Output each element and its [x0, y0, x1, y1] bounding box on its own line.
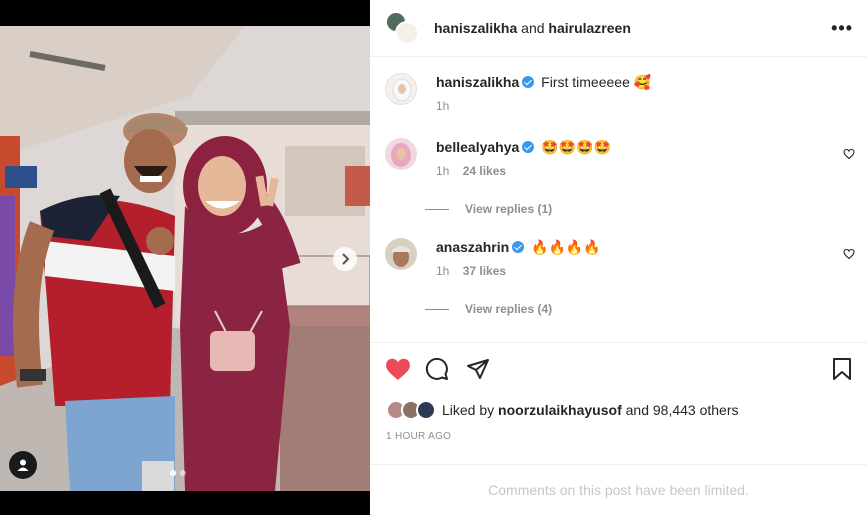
avatar: [416, 400, 436, 420]
verified-icon: [522, 76, 535, 88]
liked-by-username[interactable]: noorzulaikhayusof: [498, 402, 622, 418]
comment-time[interactable]: 1h: [436, 264, 449, 278]
comment-likes[interactable]: 24 likes: [463, 164, 506, 178]
carousel-dot: [180, 470, 186, 476]
photo-illustration: [0, 26, 370, 491]
likes-summary: Liked by noorzulaikhayusof and 98,443 ot…: [386, 400, 739, 420]
liked-by-prefix: Liked by: [442, 402, 495, 418]
post-header: haniszalikha and hairulazreen •••: [370, 0, 867, 57]
view-replies-button[interactable]: View replies (4): [425, 302, 552, 316]
post-authors: haniszalikha and hairulazreen: [434, 20, 831, 36]
avatar-photo: [392, 246, 410, 267]
comments-limited-notice: Comments on this post have been limited.: [370, 464, 867, 515]
action-buttons: [385, 357, 855, 383]
caption-username[interactable]: haniszalikha: [436, 74, 519, 90]
post-sidebar: haniszalikha and hairulazreen ••• hanisz…: [370, 0, 867, 515]
carousel-next-button[interactable]: [333, 247, 357, 271]
comment-body: bellealyahya 🤩🤩🤩🤩 1h 24 likes: [436, 138, 836, 178]
caption-time[interactable]: 1h: [436, 99, 449, 113]
comment-text: 🤩🤩🤩🤩: [541, 139, 611, 155]
comment-item: bellealyahya 🤩🤩🤩🤩 1h 24 likes: [385, 138, 855, 183]
comment-meta: 1h 24 likes: [436, 164, 836, 178]
comment-like-heart-icon[interactable]: [843, 148, 855, 160]
caption-meta: 1h: [436, 99, 836, 113]
view-replies-button[interactable]: View replies (1): [425, 202, 552, 216]
avatar-photo: [391, 143, 411, 167]
caption: haniszalikha First timeeeee 🥰 1h: [385, 73, 855, 118]
paper-plane-icon[interactable]: [466, 357, 490, 381]
author-username[interactable]: haniszalikha: [434, 20, 517, 36]
more-options-button[interactable]: •••: [831, 18, 853, 39]
comment-username[interactable]: bellealyahya: [436, 139, 519, 155]
user-tag-icon: [17, 459, 29, 471]
comment-icon[interactable]: [425, 357, 449, 381]
bookmark-icon[interactable]: [831, 357, 853, 381]
user-tag-button[interactable]: [9, 451, 37, 479]
comment-meta: 1h 37 likes: [436, 264, 836, 278]
collab-avatars[interactable]: [385, 11, 419, 45]
heart-filled-icon[interactable]: [385, 357, 411, 381]
instagram-post: haniszalikha and hairulazreen ••• hanisz…: [0, 0, 867, 515]
comments-section: haniszalikha First timeeeee 🥰 1h belleal…: [370, 58, 867, 342]
author-username[interactable]: hairulazreen: [548, 20, 630, 36]
comment-username[interactable]: anaszahrin: [436, 239, 509, 255]
carousel-dot: [170, 470, 176, 476]
avatar[interactable]: [385, 73, 417, 105]
caption-body: haniszalikha First timeeeee 🥰 1h: [436, 73, 836, 113]
comment-text: 🔥🔥🔥🔥: [531, 239, 601, 255]
avatar: [395, 21, 419, 45]
post-actions-section: Liked by noorzulaikhayusof and 98,443 ot…: [370, 342, 867, 464]
avatar-photo: [392, 78, 412, 102]
carousel-indicator: [170, 470, 186, 476]
caption-text: First timeeeee 🥰: [541, 74, 652, 90]
comment-body: anaszahrin 🔥🔥🔥🔥 1h 37 likes: [436, 238, 836, 278]
verified-icon: [512, 241, 525, 253]
post-photo[interactable]: [0, 26, 370, 491]
avatar[interactable]: [385, 238, 417, 270]
verified-icon: [522, 141, 535, 153]
comment-likes[interactable]: 37 likes: [463, 264, 506, 278]
comment-time[interactable]: 1h: [436, 164, 449, 178]
avatar[interactable]: [385, 138, 417, 170]
chevron-right-icon: [342, 253, 350, 265]
liked-by-count[interactable]: and 98,443 others: [626, 402, 739, 418]
liker-avatars[interactable]: [386, 400, 436, 420]
comment-item: anaszahrin 🔥🔥🔥🔥 1h 37 likes: [385, 238, 855, 283]
comment-like-heart-icon[interactable]: [843, 248, 855, 260]
post-timestamp[interactable]: 1 HOUR AGO: [386, 431, 451, 442]
author-joiner: and: [521, 20, 545, 36]
